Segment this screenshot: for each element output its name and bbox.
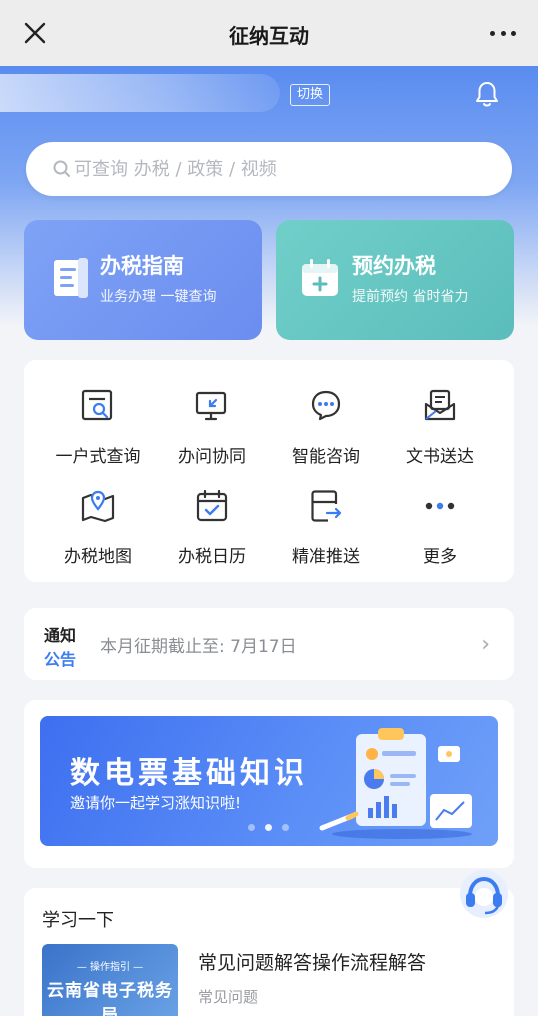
monitor-icon [195, 391, 227, 421]
search-input[interactable] [74, 152, 494, 186]
notice-tag-top: 通知 [44, 626, 77, 645]
banner-subtitle: 邀请你一起学习涨知识啦! [70, 794, 242, 812]
calendar-add-icon [302, 259, 338, 296]
grid-label: 办税地图 [64, 547, 132, 567]
grid-label: 文书送达 [406, 447, 474, 467]
grid-label: 办税日历 [178, 547, 246, 567]
more-dots-icon [425, 502, 455, 510]
map-pin-icon [81, 490, 115, 523]
chat-bubble-icon [311, 390, 341, 421]
grid-label: 一户式查询 [55, 447, 141, 467]
appointment-title: 预约办税 [352, 254, 436, 278]
appointment-subtitle: 提前预约 省时省力 [352, 289, 469, 305]
notice-tag-bottom: 公告 [44, 650, 77, 669]
page-title: 征纳互动 [229, 24, 309, 48]
more-options-icon[interactable] [490, 20, 516, 46]
grid-item-household-query[interactable]: 一户式查询 [40, 388, 156, 478]
switch-account-button[interactable]: 切换 [290, 84, 331, 106]
notice-message: 本月征期截止至: 7月17日 [100, 637, 297, 657]
guide-document-icon [54, 258, 88, 298]
grid-label: 智能咨询 [292, 447, 360, 467]
grid-item-document-delivery[interactable]: 文书送达 [382, 388, 498, 478]
push-card-icon [311, 490, 342, 522]
learn-item-category: 常见问题 [198, 988, 259, 1006]
tax-guide-title: 办税指南 [100, 254, 184, 278]
carousel-indicator [248, 824, 289, 831]
banner-container: 数电票基础知识 邀请你一起学习涨知识啦! [24, 700, 514, 868]
search-icon [53, 160, 70, 177]
mail-document-icon [424, 389, 456, 421]
learn-item-title[interactable]: 常见问题解答操作流程解答 [198, 948, 426, 975]
grid-label: 更多 [423, 547, 457, 567]
banner-title: 数电票基础知识 [70, 756, 308, 791]
grid-item-collab[interactable]: 办问协同 [154, 388, 270, 478]
grid-label: 精准推送 [292, 547, 360, 567]
section-title: 学习一下 [42, 910, 114, 931]
chevron-right-icon: › [481, 632, 490, 657]
grid-item-tax-calendar[interactable]: 办税日历 [154, 488, 270, 578]
calendar-check-icon [196, 489, 228, 522]
nav-bar: 征纳互动 [0, 0, 538, 66]
service-grid: 一户式查询 办问协同 智能咨询 文书送达 办税地图 办税日历 精准推送 更多 [24, 360, 514, 582]
notice-bar[interactable]: 通知 公告 本月征期截止至: 7月17日 › [24, 608, 514, 680]
thumb-caption: — 操作指引 — [76, 962, 144, 973]
bell-icon[interactable] [474, 80, 500, 108]
learn-item-thumbnail[interactable]: — 操作指引 — 云南省电子税务局 [42, 944, 178, 1016]
grid-item-precise-push[interactable]: 精准推送 [268, 488, 384, 578]
promo-banner[interactable]: 数电票基础知识 邀请你一起学习涨知识啦! [40, 716, 498, 846]
grid-label: 办问协同 [178, 447, 246, 467]
tax-guide-subtitle: 业务办理 一键查询 [100, 289, 217, 305]
clipboard-chart-illustration [319, 728, 472, 839]
learn-section: 学习一下 — 操作指引 — 云南省电子税务局 常见问题解答操作流程解答 常见问题 [24, 888, 514, 1016]
tax-guide-card[interactable]: 办税指南 业务办理 一键查询 [24, 220, 262, 340]
user-name-blurred [0, 74, 280, 112]
grid-item-smart-consult[interactable]: 智能咨询 [268, 388, 384, 478]
customer-service-icon[interactable] [458, 868, 510, 920]
grid-item-more[interactable]: 更多 [382, 488, 498, 578]
search-bar[interactable] [26, 142, 512, 196]
appointment-card[interactable]: 预约办税 提前预约 省时省力 [276, 220, 514, 340]
thumb-title: 云南省电子税务局 [47, 981, 173, 1016]
document-search-icon [81, 389, 113, 421]
user-row: 切换 [0, 72, 538, 120]
grid-item-tax-map[interactable]: 办税地图 [40, 488, 156, 578]
